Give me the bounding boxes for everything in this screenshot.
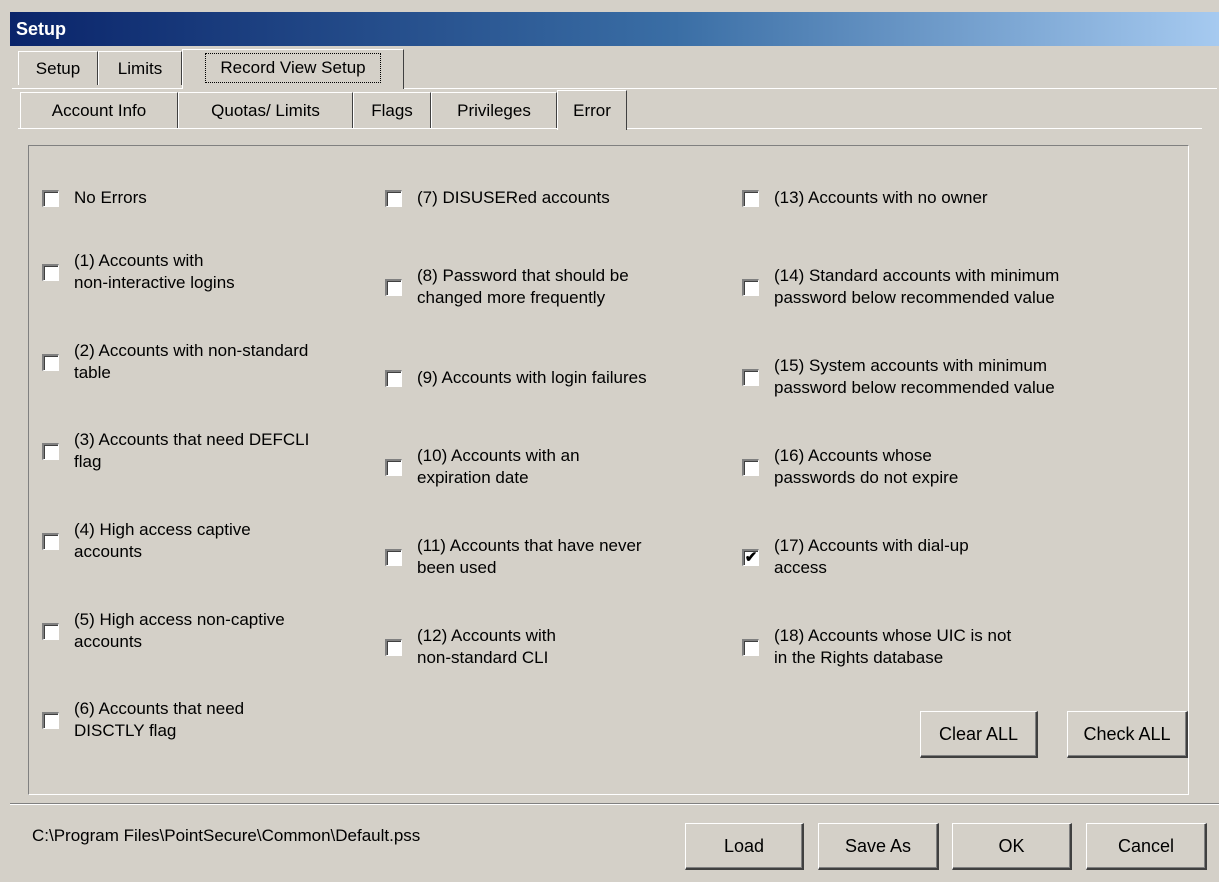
checkbox-box[interactable] bbox=[42, 532, 59, 550]
tab-limits[interactable]: Limits bbox=[98, 51, 182, 85]
checkbox-label: (10) Accounts with an expiration date bbox=[417, 446, 580, 487]
checkbox-err-9[interactable]: (9) Accounts with login failures bbox=[385, 367, 647, 389]
checkbox-label: (11) Accounts that have never been used bbox=[417, 536, 642, 577]
checkbox-err-11[interactable]: (11) Accounts that have never been used bbox=[385, 535, 642, 579]
checkbox-box[interactable] bbox=[385, 189, 402, 207]
checkbox-label: (3) Accounts that need DEFCLI flag bbox=[74, 430, 310, 471]
checkbox-label: (9) Accounts with login failures bbox=[417, 368, 647, 387]
checkbox-label: (13) Accounts with no owner bbox=[774, 188, 988, 207]
checkbox-label: (6) Accounts that need DISCTLY flag bbox=[74, 699, 245, 740]
tab-record-view-setup-label: Record View Setup bbox=[205, 53, 381, 83]
tab-error-label: Error bbox=[573, 101, 611, 120]
tab-privileges[interactable]: Privileges bbox=[431, 92, 557, 128]
ok-button[interactable]: OK bbox=[952, 823, 1072, 870]
cancel-label: Cancel bbox=[1117, 835, 1175, 856]
checkbox-err-2[interactable]: (2) Accounts with non-standard table bbox=[42, 340, 308, 384]
tab-error[interactable]: Error bbox=[557, 90, 627, 130]
tab-quotas-limits[interactable]: Quotas/ Limits bbox=[178, 92, 353, 128]
checkbox-label: (16) Accounts whose passwords do not exp… bbox=[774, 446, 959, 487]
tab-setup[interactable]: Setup bbox=[18, 51, 98, 85]
tab-limits-label: Limits bbox=[117, 59, 163, 78]
checkbox-err-4[interactable]: (4) High access captive accounts bbox=[42, 519, 251, 563]
checkbox-box[interactable] bbox=[742, 638, 759, 656]
checkbox-box[interactable] bbox=[385, 458, 402, 476]
checkbox-err-3[interactable]: (3) Accounts that need DEFCLI flag bbox=[42, 429, 309, 473]
load-button[interactable]: Load bbox=[685, 823, 804, 870]
tab-account-info-label: Account Info bbox=[51, 101, 147, 120]
checkbox-box[interactable] bbox=[42, 189, 59, 207]
checkbox-box[interactable] bbox=[42, 442, 59, 460]
checkbox-err-18[interactable]: (18) Accounts whose UIC is not in the Ri… bbox=[742, 625, 1011, 669]
checkbox-label: (5) High access non-captive accounts bbox=[74, 610, 285, 651]
check-all-button[interactable]: Check ALL bbox=[1067, 711, 1188, 758]
tab-record-view-setup[interactable]: Record View Setup bbox=[182, 49, 404, 89]
checkbox-err-15[interactable]: (15) System accounts with minimum passwo… bbox=[742, 355, 1055, 399]
checkbox-label: (2) Accounts with non-standard table bbox=[74, 341, 309, 382]
checkbox-err-1[interactable]: (1) Accounts with non-interactive logins bbox=[42, 250, 235, 294]
checkbox-label: (7) DISUSERed accounts bbox=[417, 188, 610, 207]
checkbox-no-errors[interactable]: No Errors bbox=[42, 187, 147, 209]
save-as-label: Save As bbox=[844, 835, 912, 856]
checkbox-label: (17) Accounts with dial-up access bbox=[774, 536, 969, 577]
checkbox-box[interactable] bbox=[385, 278, 402, 296]
tab-privileges-label: Privileges bbox=[457, 101, 531, 120]
checkbox-label: (18) Accounts whose UIC is not in the Ri… bbox=[774, 626, 1012, 667]
checkbox-box[interactable] bbox=[742, 368, 759, 386]
checkbox-err-16[interactable]: (16) Accounts whose passwords do not exp… bbox=[742, 445, 958, 489]
ok-label: OK bbox=[998, 835, 1025, 856]
checkbox-label: (12) Accounts with non-standard CLI bbox=[417, 626, 556, 667]
clear-all-label: Clear ALL bbox=[938, 723, 1019, 744]
clear-all-button[interactable]: Clear ALL bbox=[920, 711, 1038, 758]
tab-flags[interactable]: Flags bbox=[353, 92, 431, 128]
check-all-label: Check ALL bbox=[1083, 723, 1171, 744]
checkbox-err-6[interactable]: (6) Accounts that need DISCTLY flag bbox=[42, 698, 244, 742]
checkbox-box[interactable] bbox=[42, 353, 59, 371]
checkbox-label: (4) High access captive accounts bbox=[74, 520, 251, 561]
checkbox-err-12[interactable]: (12) Accounts with non-standard CLI bbox=[385, 625, 556, 669]
checkbox-label: No Errors bbox=[74, 188, 147, 207]
window-title-bar[interactable]: Setup bbox=[10, 12, 1219, 46]
cancel-button[interactable]: Cancel bbox=[1086, 823, 1207, 870]
checkbox-box[interactable] bbox=[742, 189, 759, 207]
profile-file-path: C:\Program Files\PointSecure\Common\Defa… bbox=[32, 826, 421, 845]
checkbox-box[interactable] bbox=[385, 638, 402, 656]
checkmark-icon[interactable]: ✔ bbox=[742, 548, 759, 566]
checkbox-err-5[interactable]: (5) High access non-captive accounts bbox=[42, 609, 285, 653]
tab-quotas-limits-label: Quotas/ Limits bbox=[211, 101, 320, 120]
window-title: Setup bbox=[16, 19, 67, 39]
checkbox-label: (8) Password that should be changed more… bbox=[417, 266, 629, 307]
load-label: Load bbox=[723, 835, 765, 856]
checkbox-box[interactable] bbox=[385, 369, 402, 387]
checkbox-box[interactable] bbox=[42, 711, 59, 729]
checkbox-err-13[interactable]: (13) Accounts with no owner bbox=[742, 187, 988, 209]
checkbox-box[interactable] bbox=[42, 622, 59, 640]
save-as-button[interactable]: Save As bbox=[818, 823, 939, 870]
checkbox-box[interactable] bbox=[385, 548, 402, 566]
tab-account-info[interactable]: Account Info bbox=[20, 92, 178, 128]
checkbox-box[interactable] bbox=[42, 263, 59, 281]
tab-flags-label: Flags bbox=[371, 101, 413, 120]
checkbox-err-17[interactable]: ✔ (17) Accounts with dial-up access bbox=[742, 535, 969, 579]
checkbox-label: (15) System accounts with minimum passwo… bbox=[774, 356, 1055, 397]
tab-setup-label: Setup bbox=[35, 59, 81, 78]
checkbox-box[interactable] bbox=[742, 278, 759, 296]
footer-divider bbox=[10, 803, 1219, 805]
checkbox-label: (14) Standard accounts with minimum pass… bbox=[774, 266, 1060, 307]
checkbox-err-14[interactable]: (14) Standard accounts with minimum pass… bbox=[742, 265, 1059, 309]
checkbox-err-10[interactable]: (10) Accounts with an expiration date bbox=[385, 445, 580, 489]
checkbox-box[interactable] bbox=[742, 458, 759, 476]
checkbox-err-7[interactable]: (7) DISUSERed accounts bbox=[385, 187, 610, 209]
checkbox-label: (1) Accounts with non-interactive logins bbox=[74, 251, 235, 292]
checkbox-err-8[interactable]: (8) Password that should be changed more… bbox=[385, 265, 629, 309]
